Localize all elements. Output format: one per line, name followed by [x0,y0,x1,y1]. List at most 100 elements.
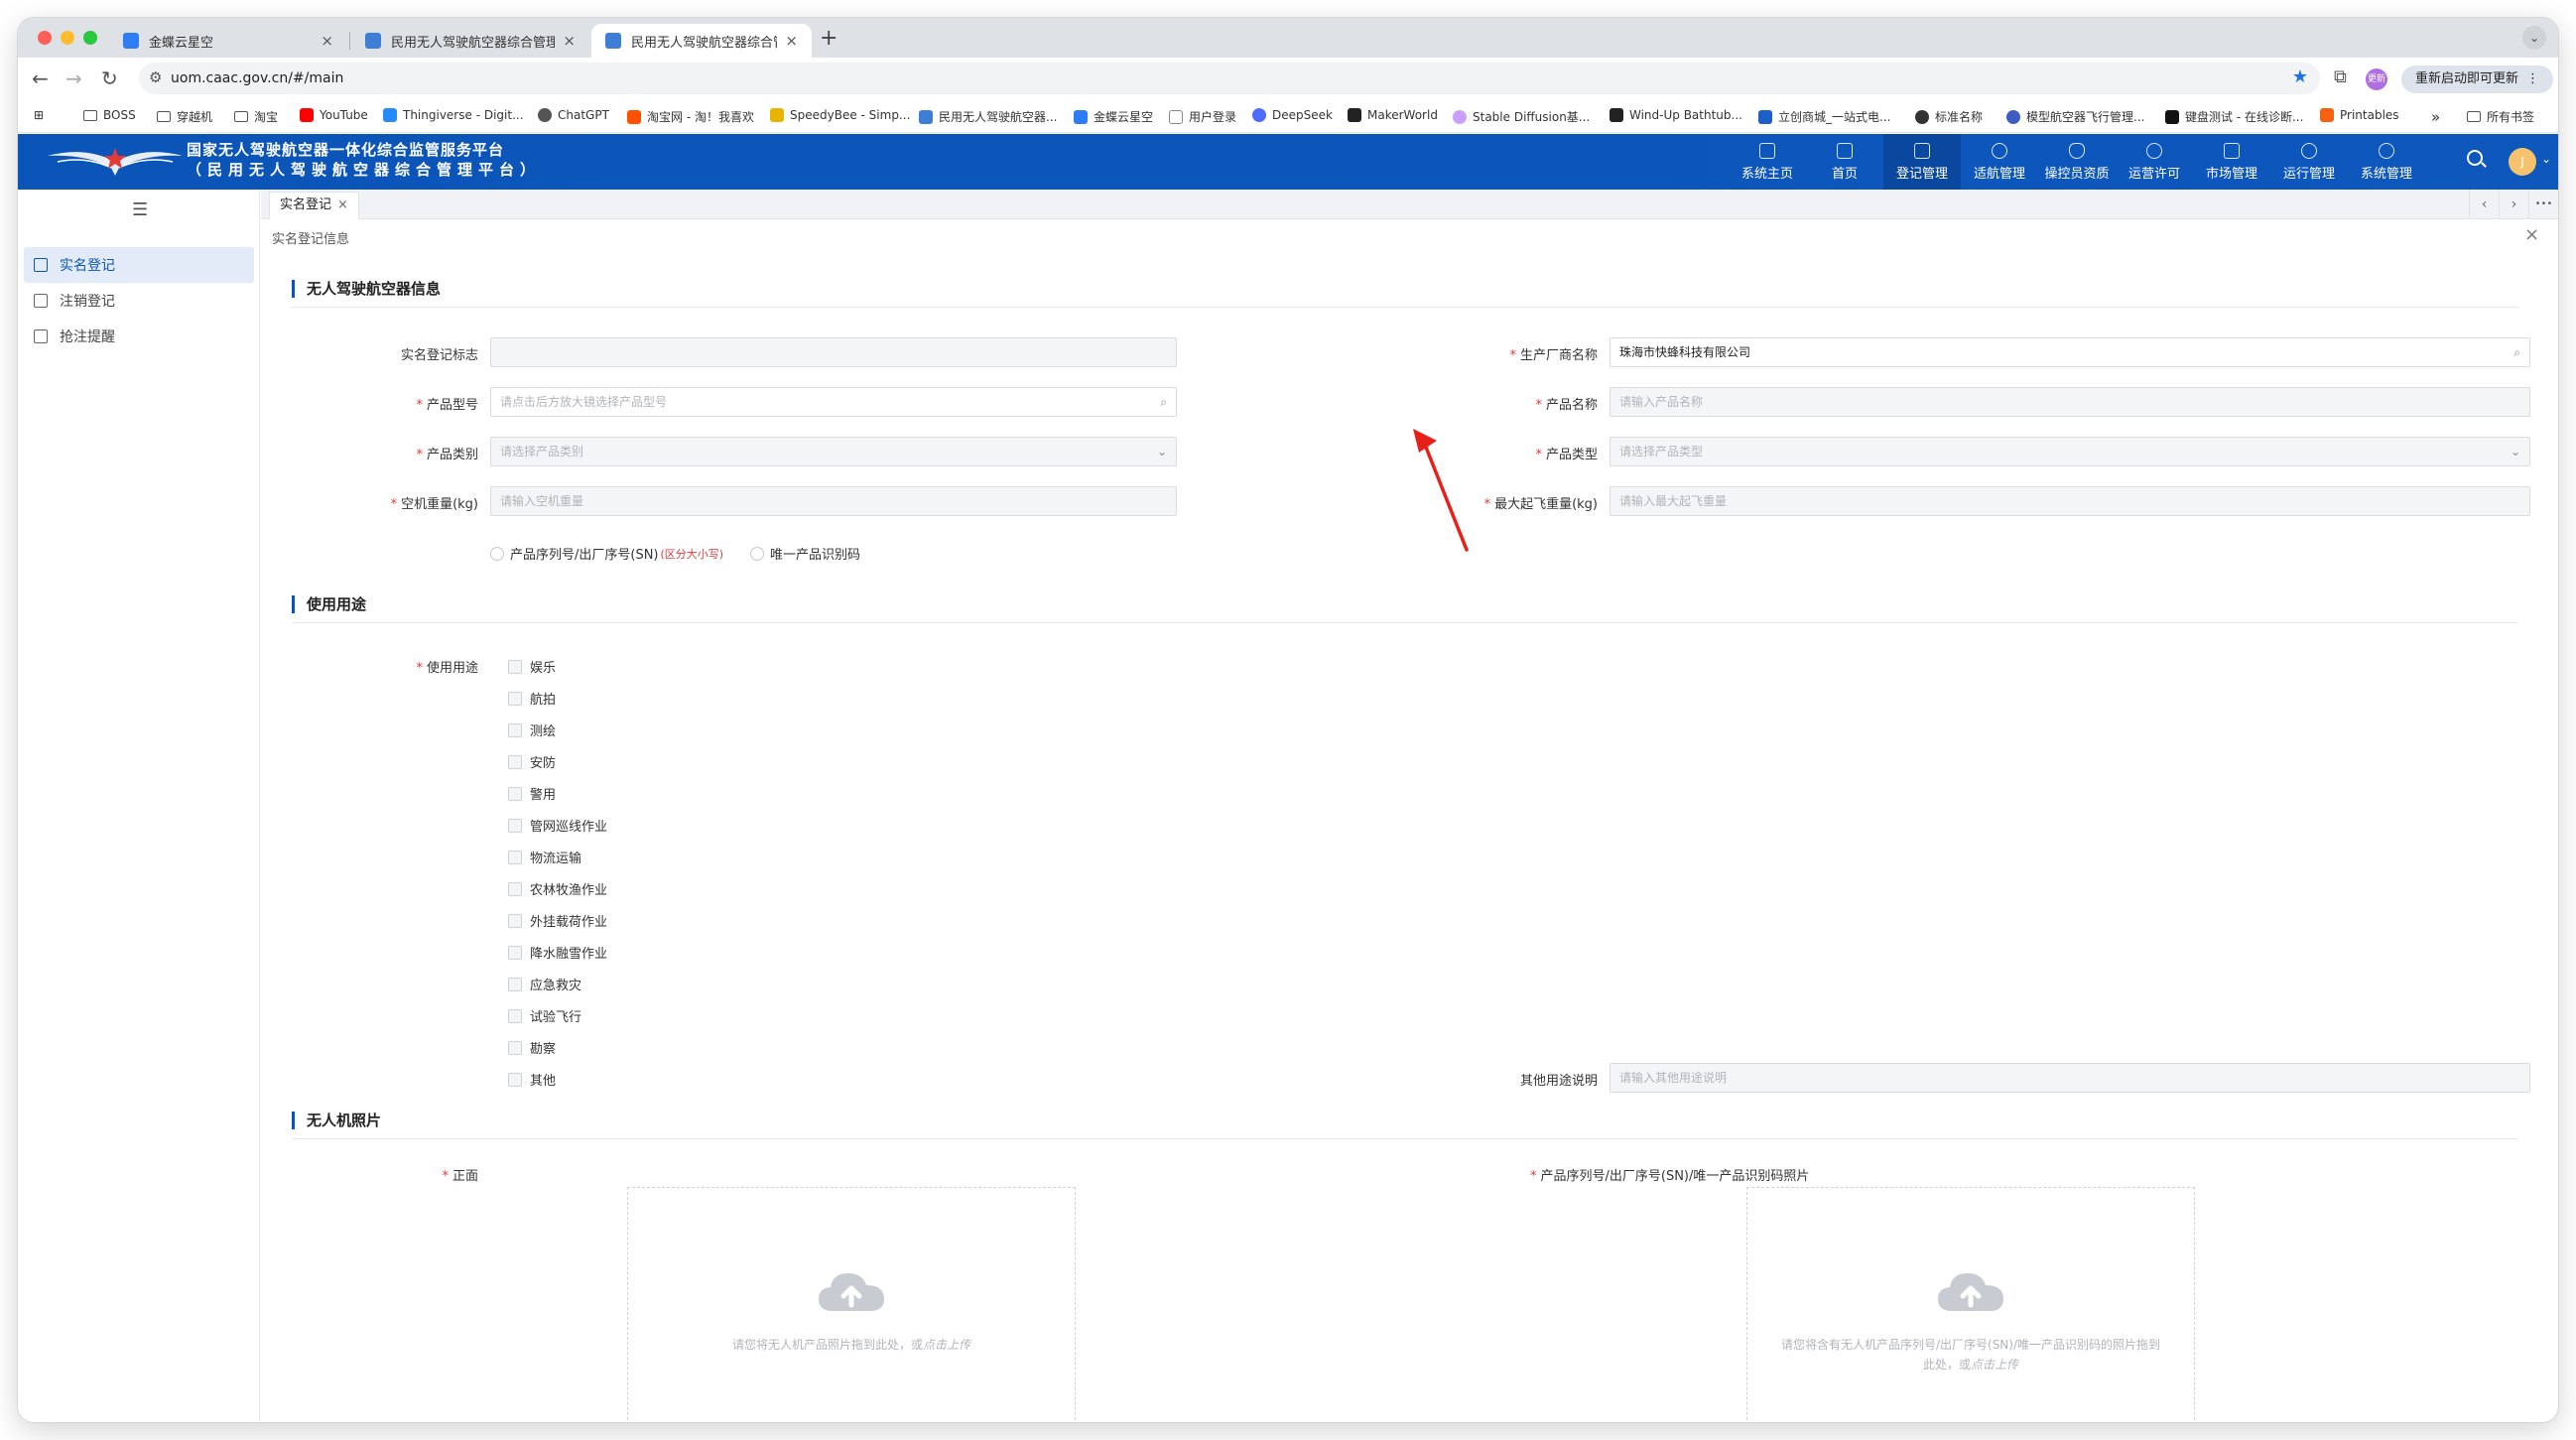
user-avatar[interactable]: J [2509,148,2536,176]
browser-tab[interactable]: 金蝶云星空 × [109,24,347,58]
bookmark-item[interactable]: 模型航空器飞行管理... [2006,108,2144,125]
bookmark-folder[interactable]: 淘宝 [234,108,278,125]
browser-tab[interactable]: 民用无人驾驶航空器综合管理平 × [351,24,589,58]
search-icon[interactable] [2467,150,2483,166]
bookmark-item[interactable]: Printables [2320,108,2399,122]
reload-icon[interactable]: ↻ [101,66,118,90]
bookmark-item[interactable]: Wind-Up Bathtub... [1610,108,1742,122]
usage-checkbox[interactable]: 试验飞行 [508,1006,581,1025]
reg-mark-field[interactable] [490,337,1177,367]
bookmark-item[interactable]: 标准名称 [1915,108,1983,125]
bookmark-item[interactable]: 立创商城_一站式电... [1758,108,1890,125]
usage-checkbox[interactable]: 航拍 [508,689,556,708]
tab-search-chevron-icon[interactable]: ⌄ [2522,26,2546,50]
nav-home[interactable]: 首页 [1806,134,1883,190]
tabs-more-button[interactable]: ••• [2528,190,2558,219]
usage-checkbox[interactable]: 降水融雪作业 [508,943,607,962]
product-type-select[interactable]: 请选择产品类型 ⌄ [1610,437,2530,466]
usage-checkbox[interactable]: 管网巡线作业 [508,816,607,835]
nav-system-home[interactable]: 系统主页 [1729,134,1806,190]
all-bookmarks-folder[interactable]: 所有书签 [2467,108,2534,125]
bookmark-item[interactable]: 用户登录 [1169,108,1236,125]
empty-weight-field[interactable]: 请输入空机重量 [490,486,1177,516]
product-model-field[interactable]: 请点击后方放大镜选择产品型号 ⌕ [490,387,1177,417]
bookmark-item[interactable]: Stable Diffusion基... [1453,108,1590,125]
usage-checkbox[interactable]: 应急救灾 [508,975,581,993]
other-usage-field[interactable]: 请输入其他用途说明 [1610,1063,2530,1093]
nav-system-admin[interactable]: 系统管理 [2348,134,2425,190]
sidebar-item-deregistration[interactable]: 注销登记 [24,283,254,319]
bookmark-folder[interactable]: BOSS [83,108,136,122]
sidebar-item-real-name-registration[interactable]: 实名登记 [24,247,254,283]
extensions-puzzle-icon[interactable]: ⧉ [2334,66,2347,87]
manufacturer-field[interactable]: 珠海市快蜂科技有限公司 ⌕ [1610,337,2530,367]
new-tab-icon[interactable]: + [820,26,837,51]
bookmark-folder[interactable]: 穿越机 [157,108,212,125]
search-icon[interactable]: ⌕ [1160,388,1167,416]
usage-checkbox[interactable]: 农林牧渔作业 [508,879,607,898]
front-photo-upload[interactable]: 请您将无人机产品照片拖到此处，或点击上传 [627,1187,1076,1422]
radio-sn[interactable]: 产品序列号/出厂序号(SN) (区分大小写) [490,544,723,563]
menu-toggle-icon[interactable]: ☰ [132,199,148,220]
usage-checkbox[interactable]: 勘察 [508,1038,556,1057]
forward-arrow-icon[interactable]: → [65,66,82,90]
tabs-next-button[interactable]: › [2499,190,2528,219]
nav-operations[interactable]: 运行管理 [2270,134,2348,190]
tab-real-name-registration[interactable]: 实名登记 × [269,192,359,219]
tab-close-icon[interactable]: × [321,32,333,50]
bookmark-item[interactable]: 民用无人驾驶航空器... [919,108,1057,125]
product-name-field[interactable]: 请输入产品名称 [1610,387,2530,417]
close-window-button[interactable] [38,31,52,45]
minimize-window-button[interactable] [61,31,74,45]
address-url[interactable]: uom.caac.gov.cn/#/main [171,70,343,86]
usage-checkbox[interactable]: 其他 [508,1070,556,1089]
tabs-prev-button[interactable]: ‹ [2469,190,2499,219]
site-info-icon[interactable]: ⚙ [149,68,162,86]
bookmark-item[interactable]: 键盘测试 - 在线诊断... [2165,108,2303,125]
back-arrow-icon[interactable]: ← [32,66,49,90]
usage-checkbox[interactable]: 安防 [508,752,556,771]
search-icon[interactable]: ⌕ [2513,338,2520,366]
product-category-select[interactable]: 请选择产品类别 ⌄ [490,437,1177,466]
close-icon[interactable]: × [2524,224,2539,245]
sidebar-item-squatting-alert[interactable]: 抢注提醒 [24,319,254,354]
nav-operator-qualification[interactable]: 操控员资质 [2038,134,2116,190]
bookmark-item[interactable]: YouTube [300,108,368,122]
usage-checkbox[interactable]: 测绘 [508,720,556,739]
apps-grid-icon[interactable]: ⊞ [34,108,44,122]
tab-close-icon[interactable]: × [337,197,348,212]
tab-close-icon[interactable]: × [785,32,798,50]
bookmark-item[interactable]: 金蝶云星空 [1074,108,1153,125]
bookmark-item[interactable]: SpeedyBee - Simp... [770,108,910,122]
tab-close-icon[interactable]: × [563,32,576,50]
usage-checkbox[interactable]: 物流运输 [508,848,581,866]
chevron-down-icon[interactable]: ⌄ [2541,152,2551,166]
click-upload-link[interactable]: 点击上传 [1971,1358,2018,1372]
bookmark-star-icon[interactable]: ★ [2292,66,2308,87]
nav-airworthiness[interactable]: 适航管理 [1961,134,2038,190]
radio-circle[interactable] [490,546,504,561]
bookmark-item[interactable]: 淘宝网 - 淘！我喜欢 [627,108,754,125]
radio-circle[interactable] [750,546,764,561]
bookmark-item[interactable]: ChatGPT [538,108,609,122]
bookmarks-overflow-button[interactable]: » [2431,108,2440,126]
radio-unique-id[interactable]: 唯一产品识别码 [750,544,860,563]
browser-tab-active[interactable]: 民用无人驾驶航空器综合管理平 × [591,24,812,58]
zoom-window-button[interactable] [83,31,97,45]
bookmark-item[interactable]: MakerWorld [1348,108,1438,122]
nav-registration[interactable]: 登记管理 [1883,134,1961,190]
bookmark-item[interactable]: Thingiverse - Digit... [383,108,524,122]
section-title-aircraft-info: 无人驾驶航空器信息 [292,280,441,298]
nav-operation-license[interactable]: 运营许可 [2116,134,2193,190]
usage-checkbox[interactable]: 娱乐 [508,657,556,676]
usage-checkbox[interactable]: 外挂载荷作业 [508,911,607,930]
max-takeoff-weight-field[interactable]: 请输入最大起飞重量 [1610,486,2530,516]
usage-checkbox[interactable]: 警用 [508,784,556,803]
profile-avatar[interactable]: 更新 [2366,68,2387,90]
address-bar[interactable]: ⚙ uom.caac.gov.cn/#/main ★ [139,63,2320,94]
nav-market[interactable]: 市场管理 [2193,134,2270,190]
click-upload-link[interactable]: 点击上传 [923,1338,970,1352]
sn-photo-upload[interactable]: 请您将含有无人机产品序列号/出厂序号(SN)/唯一产品识别码的照片拖到 此处，或… [1746,1187,2195,1422]
bookmark-item[interactable]: DeepSeek [1252,108,1333,122]
relaunch-update-button[interactable]: 重新启动即可更新 ⋮ [2401,65,2554,93]
